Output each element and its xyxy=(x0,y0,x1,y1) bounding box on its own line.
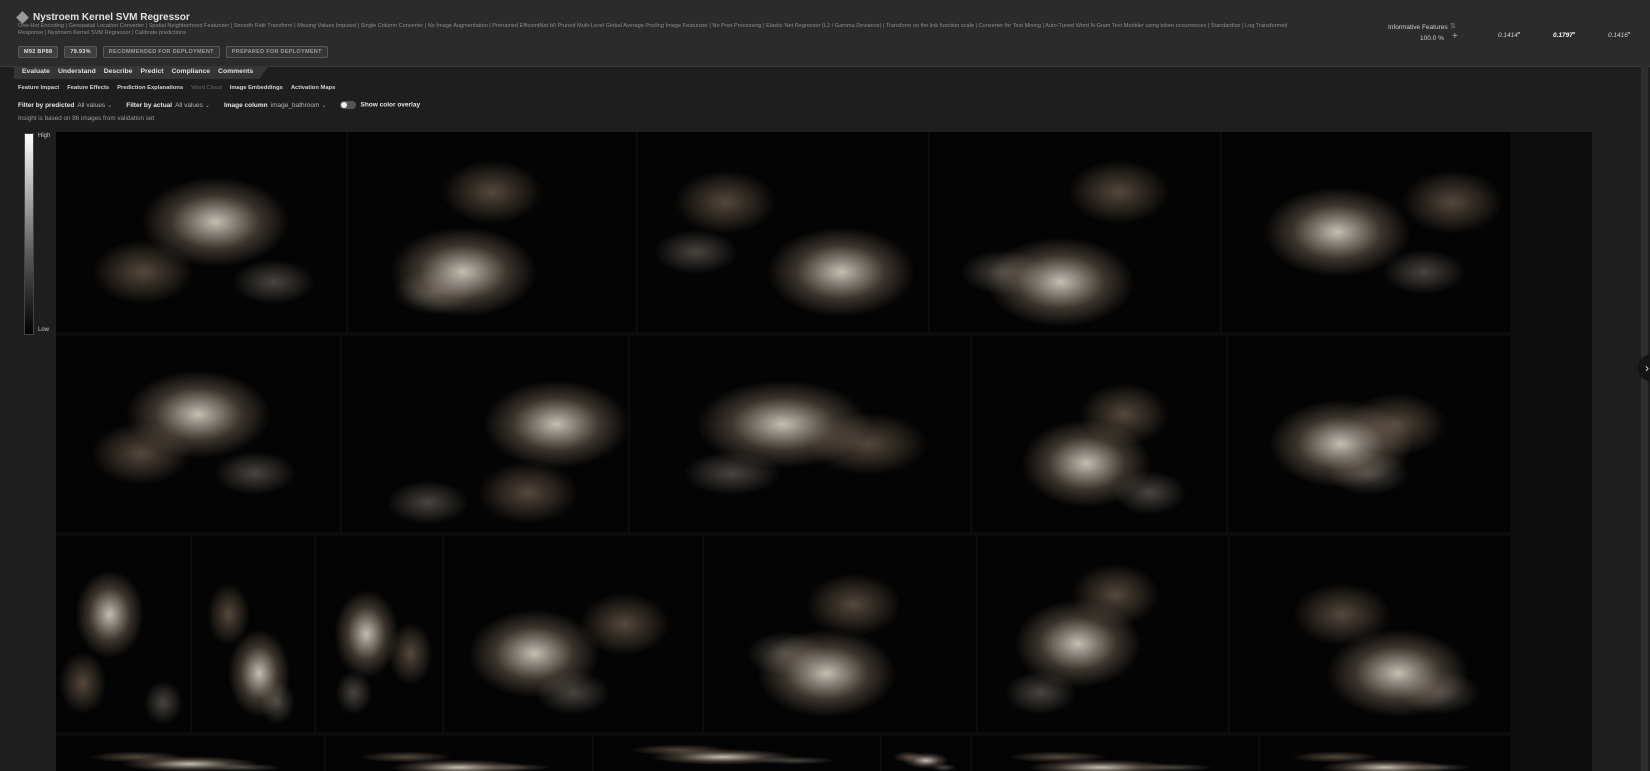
color-overlay-control[interactable]: Show color overlay xyxy=(340,101,420,109)
image-column-select[interactable]: Image column image_bathroom ⌄ xyxy=(224,102,327,109)
activation-map-tile[interactable] xyxy=(342,336,628,532)
activation-map-tile[interactable] xyxy=(638,132,928,332)
activation-map-tile[interactable] xyxy=(1222,132,1510,332)
legend-low-label: Low xyxy=(38,327,50,333)
chevron-down-icon[interactable]: ⌄ xyxy=(107,103,112,109)
metric-badge: 79.93% xyxy=(64,46,97,58)
title-row: Nystroem Kernel SVM Regressor xyxy=(16,11,190,24)
activation-map-tile[interactable] xyxy=(56,736,324,771)
diamond-icon xyxy=(16,11,29,24)
legend-high-label: High xyxy=(38,133,51,139)
activation-map-tile[interactable] xyxy=(930,132,1220,332)
filter-actual-value[interactable]: All values xyxy=(175,102,203,109)
activation-map-tile[interactable] xyxy=(972,736,1258,771)
activation-map-tile[interactable] xyxy=(1260,736,1510,771)
chevron-down-icon[interactable]: ⌄ xyxy=(205,103,210,109)
recommended-badge: RECOMMENDED FOR DEPLOYMENT xyxy=(102,46,220,58)
filter-predicted[interactable]: Filter by predicted All values ⌄ xyxy=(18,102,112,109)
sort-icon[interactable]: ⇅ xyxy=(1450,22,1456,30)
tab-predict[interactable]: Predict xyxy=(136,66,167,79)
activation-map-tile[interactable] xyxy=(978,536,1228,732)
activation-map-tile[interactable] xyxy=(630,336,970,532)
image-column-value[interactable]: image_bathroom xyxy=(271,102,320,109)
activation-map-tile[interactable] xyxy=(348,132,636,332)
activation-map-tile[interactable] xyxy=(56,536,190,732)
tab-comments[interactable]: Comments xyxy=(214,66,257,79)
sample-size: 100.0 % xyxy=(1420,35,1444,42)
subtab-feature-impact[interactable]: Feature Impact xyxy=(18,85,59,91)
color-overlay-toggle[interactable] xyxy=(340,101,357,109)
page-scrollbar[interactable] xyxy=(1641,66,1648,771)
activation-map-tile[interactable] xyxy=(972,336,1226,532)
holdout-score: 0.1416● xyxy=(1608,30,1631,40)
filter-predicted-label: Filter by predicted xyxy=(18,101,75,109)
filter-bar: Filter by predicted All values ⌄ Filter by… xyxy=(18,101,420,109)
activation-map-tile[interactable] xyxy=(1228,336,1510,532)
holdout-score-value: 0.1416 xyxy=(1608,32,1628,40)
model-title[interactable]: Nystroem Kernel SVM Regressor xyxy=(33,12,190,23)
tab-understand[interactable]: Understand xyxy=(54,66,100,79)
activation-map-tile[interactable] xyxy=(316,536,442,732)
activation-map-tile[interactable] xyxy=(444,536,702,732)
crossvalidation-score-value: 0.1797 xyxy=(1553,32,1573,40)
blueprint-id-badge: M92 BP88 xyxy=(18,46,59,58)
activation-map-tile[interactable] xyxy=(326,736,592,771)
subtab-activation-maps[interactable]: Activation Maps xyxy=(291,85,335,91)
model-badges: M92 BP88 79.93% RECOMMENDED FOR DEPLOYME… xyxy=(18,46,328,58)
validation-score: 0.1414● xyxy=(1498,30,1521,40)
prepared-badge: PREPARED FOR DEPLOYMENT xyxy=(225,46,328,58)
filter-actual-label: Filter by actual xyxy=(126,101,173,109)
filter-predicted-value[interactable]: All values xyxy=(77,102,105,109)
subtab-feature-effects[interactable]: Feature Effects xyxy=(67,85,109,91)
activation-map-tile[interactable] xyxy=(704,536,976,732)
chevron-right-icon[interactable]: › xyxy=(1638,354,1650,382)
color-overlay-label: Show color overlay xyxy=(360,101,421,109)
main-tabs: Evaluate Understand Describe Predict Com… xyxy=(14,66,270,79)
activation-legend-bar xyxy=(24,133,34,335)
subtab-word-cloud[interactable]: Word Cloud xyxy=(191,85,222,91)
insight-note: Insight is based on 86 images from valid… xyxy=(18,115,155,122)
activation-map-tile[interactable] xyxy=(192,536,314,732)
feature-list-label[interactable]: Informative Features xyxy=(1388,24,1448,31)
tab-compliance[interactable]: Compliance xyxy=(168,66,215,79)
blueprint-description: One-Hot Encoding | Geospatial Location C… xyxy=(18,23,1288,36)
subtab-prediction-explanations[interactable]: Prediction Explanations xyxy=(117,85,183,91)
filter-actual[interactable]: Filter by actual All values ⌄ xyxy=(126,102,210,109)
activation-map-tile[interactable] xyxy=(56,132,346,332)
sub-tabs: Feature Impact Feature Effects Predictio… xyxy=(18,85,335,91)
tab-evaluate[interactable]: Evaluate xyxy=(18,66,54,79)
crossvalidation-score: 0.1797● xyxy=(1553,30,1576,40)
activation-map-tile[interactable] xyxy=(56,336,340,532)
image-column-label: Image column xyxy=(223,101,268,109)
model-header: Nystroem Kernel SVM Regressor One-Hot En… xyxy=(0,0,1650,67)
activation-map-grid xyxy=(56,132,1592,771)
activation-map-tile[interactable] xyxy=(594,736,880,771)
plus-icon[interactable]: + xyxy=(1452,31,1458,42)
activation-map-tile[interactable] xyxy=(882,736,970,771)
activation-map-tile[interactable] xyxy=(1230,536,1510,732)
chevron-down-icon[interactable]: ⌄ xyxy=(321,103,326,109)
subtab-image-embeddings[interactable]: Image Embeddings xyxy=(230,85,283,91)
validation-score-value: 0.1414 xyxy=(1498,32,1518,40)
tab-describe[interactable]: Describe xyxy=(100,66,137,79)
